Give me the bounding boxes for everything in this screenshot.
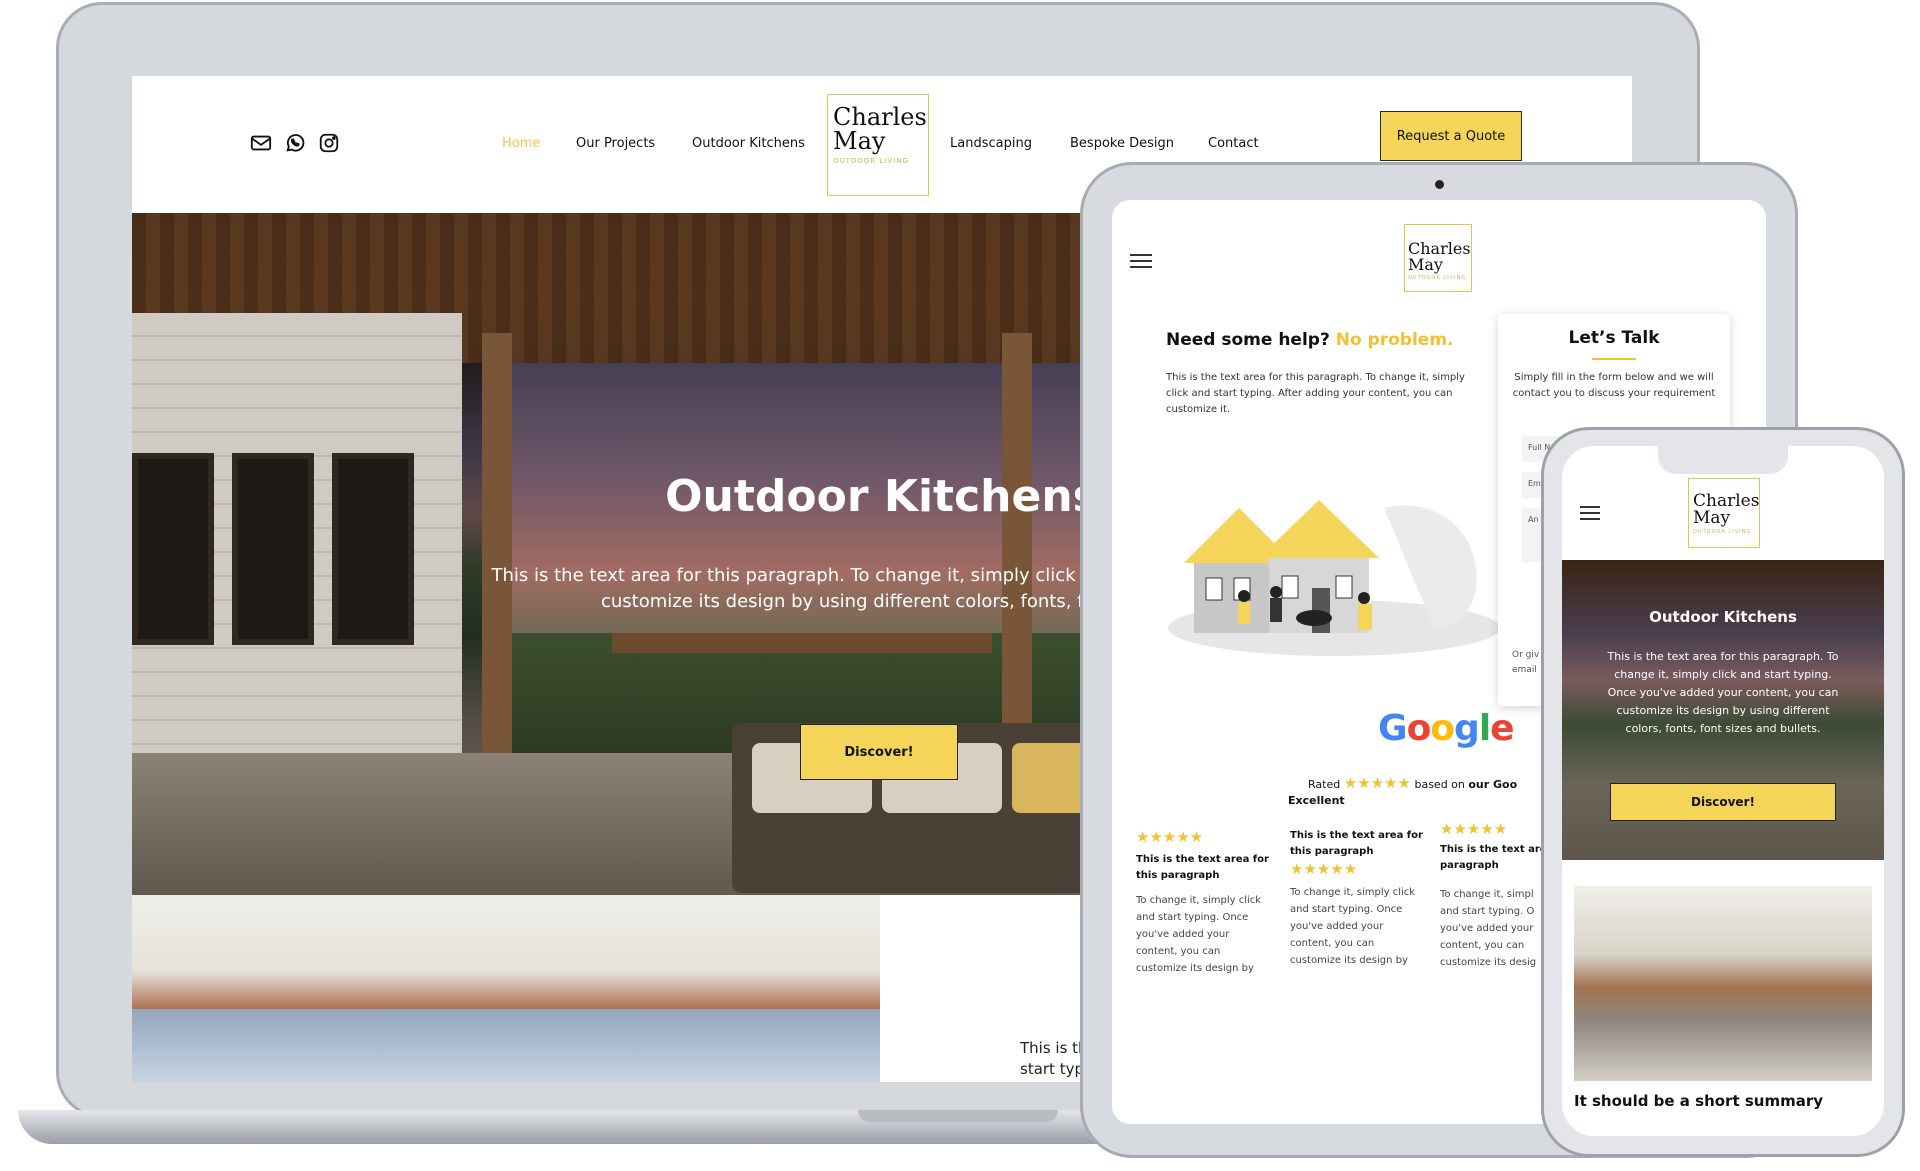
tablet-camera: [1435, 180, 1444, 189]
discover-button[interactable]: Discover!: [800, 724, 958, 780]
patio-image: [1574, 886, 1872, 1081]
based-on-label: based on: [1414, 778, 1465, 791]
review-stars: ★★★★★: [1136, 828, 1204, 846]
review-body-line: customize its design by: [1136, 963, 1254, 974]
whatsapp-icon[interactable]: [284, 132, 308, 156]
review-body-line: content, you can: [1136, 946, 1221, 957]
help-paragraph: This is the text area for this paragraph…: [1166, 372, 1465, 415]
hero-dining-table: [612, 633, 992, 653]
lets-talk-footer: Or giv email: [1512, 648, 1539, 678]
phone-hero: Outdoor Kitchens This is the text area f…: [1562, 560, 1884, 860]
lets-talk-footer-line: Or giv: [1512, 650, 1540, 660]
help-heading: Need some help? No problem.: [1166, 330, 1454, 350]
hero-post: [1002, 333, 1032, 763]
review-body-line: and start typing. Once: [1290, 904, 1403, 915]
tablet-logo[interactable]: Charles May OUTDOOR LIVING: [1404, 224, 1472, 292]
review-stars: ★★★★★: [1290, 860, 1358, 878]
logo-tagline: OUTDOOR LIVING: [1408, 275, 1467, 281]
phone-screen: Charles May OUTDOOR LIVING Outdoor Kitch…: [1562, 446, 1884, 1136]
logo-tagline: OUTDOOR LIVING: [833, 157, 909, 165]
phone-logo[interactable]: Charles May OUTDOOR LIVING: [1688, 478, 1760, 548]
google-letter: e: [1490, 708, 1514, 749]
review-body: To change it, simply click and start typ…: [1290, 884, 1430, 969]
phone-notch: [1658, 446, 1788, 474]
review-body-line: To change it, simply click: [1136, 895, 1262, 906]
phone-summary: It should be a short summary: [1574, 1092, 1824, 1110]
logo-line2: May: [833, 127, 886, 155]
lets-talk-title: Let’s Talk: [1568, 328, 1660, 348]
review-title: This is the text area for this paragraph: [1136, 854, 1269, 881]
google-rating-line: Rated ★★★★★ based on our Goo: [1308, 774, 1517, 792]
nav-landscaping[interactable]: Landscaping: [950, 136, 1032, 151]
review-card: This is the text area for this paragraph…: [1290, 828, 1430, 969]
mail-icon[interactable]: [250, 132, 274, 156]
review-body-line: and start typing. Once: [1136, 912, 1249, 923]
review-card: ★★★★★ This is the text area for this par…: [1136, 828, 1276, 977]
logo-line1: Charles: [833, 103, 927, 131]
excellent-label: Excellent: [1288, 794, 1345, 807]
strip-text-line: start typ: [1020, 1060, 1084, 1078]
review-body-line: you've added your: [1136, 929, 1230, 940]
help-heading-text: Need some help?: [1166, 330, 1330, 350]
request-quote-button[interactable]: Request a Quote: [1380, 111, 1522, 161]
phone-discover-button[interactable]: Discover!: [1610, 783, 1836, 821]
site-logo[interactable]: Charles May OUTDOOR LIVING: [827, 94, 929, 196]
google-letter: l: [1478, 708, 1491, 749]
pergola-image: [132, 895, 880, 1082]
nav-home[interactable]: Home: [502, 136, 540, 151]
lets-talk-underline: [1592, 358, 1636, 360]
review-body-line: you've added your: [1290, 921, 1384, 932]
strip-text-line: This is th: [1020, 1039, 1088, 1057]
strip-text: This is th start typ: [1020, 1038, 1088, 1080]
review-body-line: content, you can: [1290, 938, 1375, 949]
lets-talk-subtitle: Simply fill in the form below and we wil…: [1512, 372, 1716, 399]
google-letter: G: [1378, 708, 1408, 749]
nav-bespoke-design[interactable]: Bespoke Design: [1070, 136, 1174, 151]
hero-post: [482, 333, 512, 763]
our-google-label: our Goo: [1468, 778, 1518, 791]
google-letter: g: [1454, 708, 1480, 749]
google-letter: o: [1406, 708, 1432, 749]
logo-line2: May: [1693, 508, 1731, 528]
help-heading-highlight: No problem.: [1335, 330, 1454, 350]
menu-icon[interactable]: [1130, 254, 1152, 272]
review-body-line: To change it, simply click: [1290, 887, 1416, 898]
instagram-icon[interactable]: [318, 132, 342, 156]
phone-hero-title: Outdoor Kitchens: [1649, 608, 1797, 626]
logo-line2: May: [1408, 255, 1443, 274]
nav-outdoor-kitchens[interactable]: Outdoor Kitchens: [692, 136, 805, 151]
review-body: To change it, simply click and start typ…: [1136, 892, 1276, 977]
google-logo: Google: [1378, 708, 1515, 749]
nav-our-projects[interactable]: Our Projects: [576, 136, 655, 151]
google-letter: o: [1430, 708, 1455, 749]
houses-illustration: [1168, 500, 1500, 656]
laptop-notch: [858, 1110, 1058, 1122]
rating-stars: ★★★★★: [1343, 774, 1411, 792]
phone-menu-icon[interactable]: [1580, 506, 1600, 524]
phone-hero-text: This is the text area for this paragraph…: [1607, 650, 1839, 735]
rated-label: Rated: [1308, 778, 1341, 791]
logo-tagline: OUTDOOR LIVING: [1693, 529, 1752, 535]
lets-talk-footer-line: email: [1512, 665, 1537, 675]
review-body-line: customize its design by: [1290, 955, 1408, 966]
review-title: This is the text area for this paragraph: [1290, 830, 1423, 857]
nav-contact[interactable]: Contact: [1208, 136, 1259, 151]
